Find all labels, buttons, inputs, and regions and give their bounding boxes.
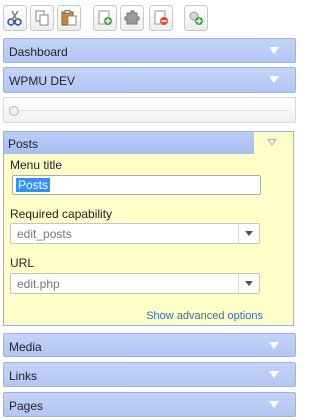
paste-button[interactable] [57, 5, 81, 31]
menu-dashboard-label: Dashboard [9, 45, 68, 59]
new-menu-button[interactable] [93, 5, 117, 31]
menu-media-label: Media [9, 340, 42, 354]
menu-links[interactable]: Links [3, 362, 296, 387]
expand-arrow-icon[interactable] [269, 401, 279, 408]
collapse-arrow-icon [267, 139, 277, 146]
paste-icon [61, 10, 77, 26]
menu-pages[interactable]: Pages [3, 392, 296, 417]
capability-dropdown-arrow-icon[interactable] [238, 224, 259, 243]
expand-arrow-icon[interactable] [269, 342, 279, 349]
menu-title-input[interactable]: Posts [12, 175, 261, 195]
url-value: edit.php [17, 277, 60, 291]
show-advanced-options-link[interactable]: Show advanced options [146, 310, 263, 322]
expand-arrow-icon[interactable] [269, 371, 279, 378]
posts-menu-title: Posts [8, 137, 39, 151]
menu-pages-label: Pages [9, 399, 44, 413]
menu-wpmu-dev[interactable]: WPMU DEV [3, 67, 296, 93]
capability-select[interactable]: edit_posts [10, 223, 260, 244]
cut-button[interactable] [3, 5, 27, 31]
add-separator-button[interactable] [184, 5, 208, 31]
menu-title-value: Posts [16, 178, 51, 192]
delete-icon [154, 10, 168, 25]
menu-title-label: Menu title [10, 158, 63, 172]
toolbar [0, 0, 300, 36]
posts-menu-header[interactable]: Posts [4, 132, 254, 154]
separator-handle-icon[interactable] [9, 106, 19, 116]
new-menu-icon [98, 10, 112, 25]
capability-value: edit_posts [17, 227, 72, 241]
new-item-icon [124, 10, 140, 25]
capability-label: Required capability [10, 207, 113, 221]
url-dropdown-arrow-icon[interactable] [238, 274, 259, 293]
menu-separator[interactable] [3, 97, 296, 123]
menu-wpmu-dev-label: WPMU DEV [9, 74, 75, 88]
collapse-toggle[interactable] [254, 132, 293, 154]
menu-media[interactable]: Media [3, 333, 296, 357]
copy-button[interactable] [30, 5, 54, 31]
expand-arrow-icon[interactable] [269, 76, 279, 83]
copy-icon [35, 10, 49, 26]
cut-icon [7, 10, 22, 26]
menu-links-label: Links [9, 369, 38, 383]
expand-arrow-icon[interactable] [269, 47, 279, 54]
separator-line [20, 110, 289, 111]
delete-button[interactable] [149, 5, 173, 31]
new-item-button[interactable] [120, 5, 144, 31]
url-label: URL [10, 256, 35, 270]
url-select[interactable]: edit.php [10, 273, 260, 294]
posts-menu-panel: Posts Menu title Posts Required capabili… [3, 131, 294, 326]
menu-dashboard[interactable]: Dashboard [3, 38, 296, 63]
add-separator-icon [189, 11, 203, 25]
